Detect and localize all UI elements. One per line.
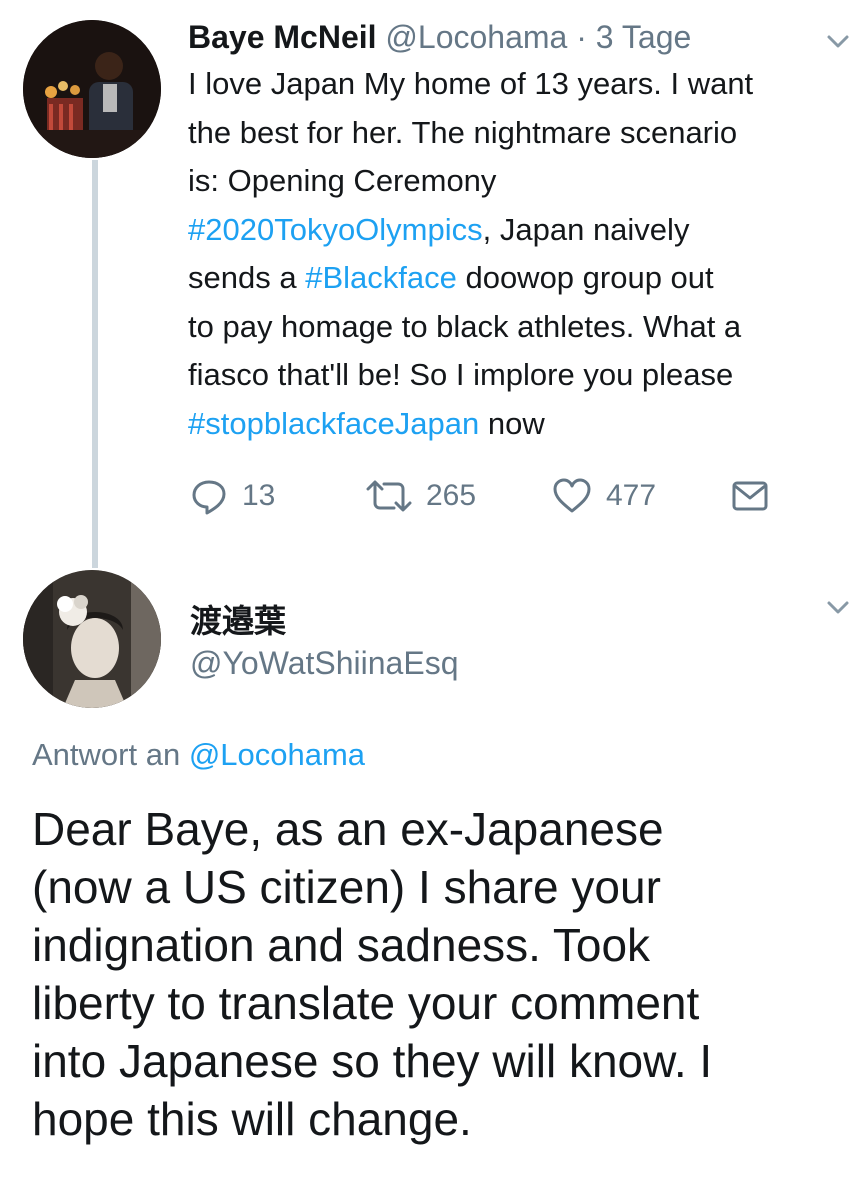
tweet-text: Dear Baye, as an ex-Japanese (now a US ci… xyxy=(32,800,862,1148)
tweet-text-segment: to pay homage to black athletes. What a xyxy=(188,308,742,344)
tweet-header: Baye McNeil @Locohama · 3 Tage xyxy=(188,14,853,60)
reply-context: Antwort an @Locohama xyxy=(32,737,365,773)
timestamp[interactable]: 3 Tage xyxy=(596,19,692,55)
tweet-text-segment: sends a xyxy=(188,260,306,295)
tweet-text-line: to pay homage to black athletes. What a xyxy=(188,303,853,352)
direct-message-button[interactable] xyxy=(732,474,768,518)
hashtag-link[interactable]: #stopblackfaceJapan xyxy=(188,406,479,441)
retweet-button[interactable]: 265 xyxy=(366,474,476,518)
reply-to-handle-link[interactable]: @Locohama xyxy=(189,737,365,772)
tweet-text-line: (now a US citizen) I share your xyxy=(32,861,661,913)
tweet-text-line: hope this will change. xyxy=(32,1093,472,1145)
separator-dot: · xyxy=(576,19,587,55)
tweet-text-line: fiasco that'll be! So I implore you plea… xyxy=(188,351,853,400)
retweet-count: 265 xyxy=(426,479,477,512)
tweet-text-line: #2020TokyoOlympics, Japan naively xyxy=(188,206,853,255)
reply-button[interactable]: 13 xyxy=(190,474,275,518)
tweet-original[interactable]: Baye McNeil @Locohama · 3 Tage I love Ja… xyxy=(188,14,853,448)
tweet-text-line: liberty to translate your comment xyxy=(32,977,700,1029)
thread-connector-line xyxy=(92,160,98,568)
like-count: 477 xyxy=(606,479,657,512)
avatar-photo xyxy=(23,20,161,158)
user-handle[interactable]: @Locohama xyxy=(385,19,567,55)
like-button[interactable]: 477 xyxy=(552,474,656,518)
reply-count: 13 xyxy=(242,479,276,512)
heart-icon xyxy=(553,478,591,513)
user-handle[interactable]: @YoWatShiinaEsq xyxy=(190,645,458,682)
tweet-text-line: into Japanese so they will know. I xyxy=(32,1035,713,1087)
tweet-text-segment: fiasco that'll be! So I implore you plea… xyxy=(188,357,734,392)
tweet-text-line: Dear Baye, as an ex-Japanese xyxy=(32,803,664,855)
tweet-text-line: #stopblackfaceJapan now xyxy=(188,400,853,449)
tweet-text-segment: now xyxy=(479,405,545,441)
tweet-text-segment: I love Japan My home of 13 years. I want xyxy=(188,66,754,101)
retweet-icon xyxy=(366,480,412,512)
avatar[interactable] xyxy=(23,20,161,158)
hashtag-link[interactable]: #Blackface xyxy=(305,260,457,295)
tweet-text-segment: the best for her. The nightmare scenario xyxy=(188,114,738,150)
envelope-icon xyxy=(732,481,768,511)
hashtag-link[interactable]: #2020TokyoOlympics xyxy=(188,212,483,247)
chevron-down-icon[interactable] xyxy=(823,26,853,56)
avatar-photo xyxy=(23,570,161,708)
chevron-down-icon[interactable] xyxy=(823,592,853,622)
reply-context-label: Antwort an xyxy=(32,737,189,772)
tweet-text-segment: , Japan naively xyxy=(482,211,690,247)
display-name[interactable]: Baye McNeil xyxy=(188,19,377,55)
tweet-text-line: sends a #Blackface doowop group out xyxy=(188,254,853,303)
tweet-text-line: indignation and sadness. Took xyxy=(32,919,651,971)
tweet-text-segment: is: Opening Ceremony xyxy=(188,163,497,198)
tweet-actions: 13 265 477 xyxy=(190,474,790,518)
avatar[interactable] xyxy=(23,570,161,708)
tweet-text-line: I love Japan My home of 13 years. I want xyxy=(188,60,853,109)
tweet-text-segment: doowop group out xyxy=(456,260,714,295)
tweet-text-line: is: Opening Ceremony xyxy=(188,157,853,206)
display-name[interactable]: 渡邉葉 xyxy=(190,596,286,642)
tweet-text: I love Japan My home of 13 years. I want… xyxy=(188,60,853,448)
speech-bubble-icon xyxy=(192,480,226,515)
tweet-text-line: the best for her. The nightmare scenario xyxy=(188,109,853,158)
